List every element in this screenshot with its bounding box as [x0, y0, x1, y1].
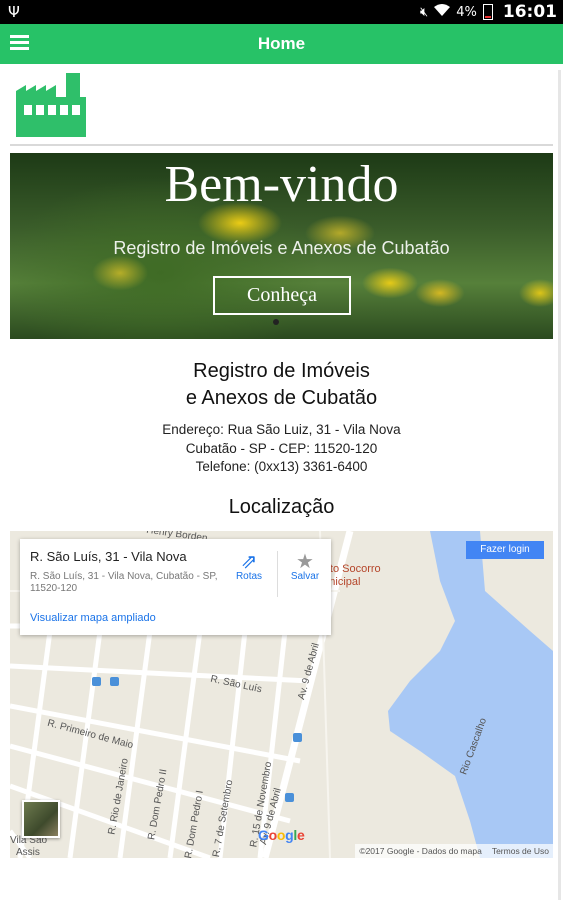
directions-button[interactable]: ⇗ Rotas	[226, 549, 272, 582]
popup-address: R. São Luís, 31 - Vila Nova, Cubatão - S…	[30, 571, 218, 594]
banner-subheading: Registro de Imóveis e Anexos de Cubatão	[113, 238, 450, 258]
usb-icon: Ψ	[8, 3, 20, 21]
bus-stop-icon[interactable]	[293, 733, 302, 742]
popup-title: R. São Luís, 31 - Vila Nova	[30, 549, 187, 564]
scrollbar[interactable]	[558, 70, 561, 900]
popup-separator	[277, 551, 278, 597]
app-bar: Home	[0, 24, 563, 64]
bus-stop-icon[interactable]	[285, 793, 294, 802]
city-text: Cubatão - SP - CEP: 11520-120	[185, 440, 378, 456]
bus-stop-icon[interactable]	[92, 677, 101, 686]
map-info-popup: R. São Luís, 31 - Vila Nova R. São Luís,…	[20, 539, 331, 635]
status-icons: 🔇︎ 4% 16:01	[420, 2, 557, 22]
org-name-line2: e Anexos de Cubatão	[185, 387, 378, 409]
wifi-icon	[434, 3, 451, 21]
phone-text: Telefone: (0xx13) 3361-6400	[195, 459, 368, 474]
embedded-map[interactable]: R. São Luís Av. 9 de Abril Av. 9 de Abri…	[10, 531, 553, 858]
map-attribution: ©2017 Google - Dados do mapa Termos de U…	[355, 844, 553, 858]
directions-icon: ⇗	[240, 551, 258, 573]
directions-label: Rotas	[235, 571, 263, 582]
factory-logo-icon	[16, 73, 86, 142]
save-button[interactable]: ★ Salvar	[282, 549, 328, 582]
page-title: Home	[257, 34, 306, 53]
satellite-view-toggle[interactable]	[22, 800, 60, 838]
map-copyright: ©2017 Google - Dados do mapa	[359, 846, 482, 856]
terms-of-use-link[interactable]: Termos de Uso	[492, 844, 549, 858]
banner-heading: Bem-vindo	[164, 156, 399, 213]
org-name-line1: Registro de Imóveis	[193, 360, 370, 382]
map-login-button[interactable]: Fazer login	[466, 541, 544, 559]
contact-info: Endereço: Rua São Luiz, 31 - Vila Nova C…	[0, 421, 563, 477]
battery-percent: 4%	[456, 4, 477, 20]
clock: 16:01	[502, 2, 557, 22]
battery-icon	[482, 4, 493, 20]
header-divider	[10, 144, 553, 146]
learn-more-button[interactable]: Conheça	[213, 276, 351, 315]
location-heading: Localização	[228, 496, 335, 518]
address-text: Endereço: Rua São Luiz, 31 - Vila Nova	[162, 422, 401, 437]
bus-stop-icon[interactable]	[110, 677, 119, 686]
carousel-dot-active[interactable]	[273, 319, 279, 325]
hero-carousel[interactable]: Bem-vindo Registro de Imóveis e Anexos d…	[10, 153, 553, 339]
organization-name: Registro de Imóveis e Anexos de Cubatão	[0, 358, 563, 412]
area-label: Assis	[16, 847, 40, 858]
status-bar: Ψ 🔇︎ 4% 16:01	[0, 0, 563, 24]
save-label: Salvar	[290, 571, 320, 582]
star-icon: ★	[296, 551, 314, 573]
view-larger-map-link[interactable]: Visualizar mapa ampliado	[30, 612, 156, 624]
google-logo: Google	[258, 827, 305, 843]
mute-icon: 🔇︎	[420, 4, 429, 20]
carousel-indicators	[273, 319, 279, 325]
